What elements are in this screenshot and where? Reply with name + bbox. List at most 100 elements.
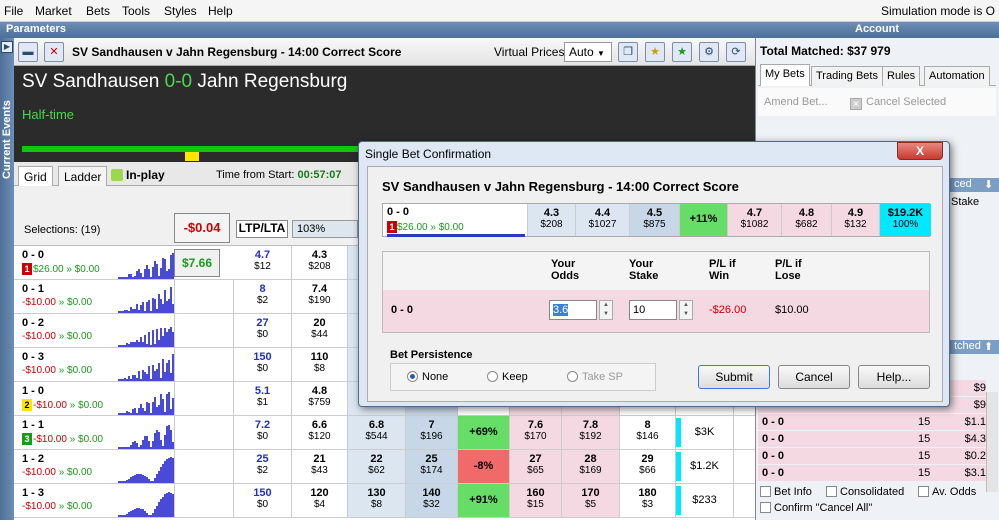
odds-cell-l1[interactable]: 160 $15 [510, 484, 562, 517]
ltp-lta-toggle[interactable]: LTP/LTA [236, 220, 288, 238]
tab-ladder[interactable]: Ladder [58, 166, 108, 186]
odds-cell-ltp[interactable]: 150 $0 [234, 484, 292, 517]
close-market-icon[interactable]: ✕ [44, 42, 64, 62]
dialog-close-button[interactable]: X [897, 142, 943, 160]
cancel-button[interactable]: Cancel [778, 365, 850, 389]
matched-bet-row[interactable]: 0 - 0 15 $4.3 [758, 431, 986, 447]
menu-bets[interactable]: Bets [86, 4, 110, 18]
windows-icon[interactable]: ❐ [618, 42, 638, 62]
favourite-star-icon[interactable]: ★ [645, 42, 665, 62]
table-row[interactable]: 1 - 1 3 -$10.00 » $0.00 7.2 $0 6.6 $120 6.8 $544… [14, 416, 755, 450]
menu-help[interactable]: Help [208, 4, 233, 18]
tab-rules[interactable]: Rules [882, 66, 921, 86]
opt-consolidated[interactable]: Consolidated [826, 486, 904, 498]
matched-bet-row[interactable]: 0 - 0 15 $0.2 [758, 448, 986, 464]
cancel-selected-button[interactable]: ✕ Cancel Selected [850, 96, 946, 110]
menu-market[interactable]: Market [35, 4, 72, 18]
av-odds-checkbox[interactable] [918, 486, 929, 497]
odds-cell-ltp[interactable]: 27 $0 [234, 314, 292, 347]
cashout-pl-button[interactable]: $7.66 [174, 249, 220, 277]
dialog-price-cell[interactable]: 4.3 $208 [527, 204, 575, 236]
menu-file[interactable]: File [4, 4, 23, 18]
odds-cell-matched[interactable]: $233 [676, 484, 734, 517]
dialog-price-cell[interactable]: 4.7 $1082 [727, 204, 781, 236]
odds-cell-l2[interactable]: 170 $5 [562, 484, 620, 517]
market-pl-button[interactable]: -$0.04 [174, 213, 230, 243]
odds-cell-c1[interactable]: 6.6 $120 [292, 416, 348, 449]
opt-bet-info[interactable]: Bet Info [760, 486, 812, 498]
odds-cell-ltp[interactable]: 150 $0 [234, 348, 292, 381]
tab-grid[interactable]: Grid [18, 166, 53, 186]
odds-cell-c1[interactable]: 21 $43 [292, 450, 348, 483]
persist-keep-radio[interactable]: Keep [487, 371, 528, 383]
odds-cell-pct[interactable]: -8% [458, 450, 510, 483]
table-row[interactable]: 1 - 2 -$10.00 » $0.00 25 $2 21 $43 22 $62 25 $174… [14, 450, 755, 484]
menu-styles[interactable]: Styles [164, 4, 197, 18]
consolidated-checkbox[interactable] [826, 486, 837, 497]
submit-button[interactable]: Submit [698, 365, 770, 389]
bet-info-checkbox[interactable] [760, 486, 771, 497]
odds-cell-c3[interactable]: 140 $32 [406, 484, 458, 517]
odds-cell-matched[interactable]: $3K [676, 416, 734, 449]
opt-confirm-cancel-all[interactable]: Confirm "Cancel All" [760, 502, 872, 514]
odds-cell-ltp[interactable]: 8 $2 [234, 280, 292, 313]
add-favourite-icon[interactable]: ★ [672, 42, 692, 62]
table-row[interactable]: 1 - 3 -$10.00 » $0.00 150 $0 120 $4 130 $8 140 $3… [14, 484, 755, 518]
odds-cell-c3[interactable]: 25 $174 [406, 450, 458, 483]
confirm-cancel-all-checkbox[interactable] [760, 502, 771, 513]
matched-bet-row[interactable]: 0 - 0 15 $3.1 [758, 465, 986, 481]
opt-av-odds[interactable]: Av. Odds [918, 486, 976, 498]
odds-cell-l3[interactable]: 180 $3 [620, 484, 676, 517]
odds-cell-ltp[interactable]: 7.2 $0 [234, 416, 292, 449]
odds-cell-c1[interactable]: 120 $4 [292, 484, 348, 517]
odds-cell-c1[interactable]: 20 $44 [292, 314, 348, 347]
odds-cell-ltp[interactable]: 25 $2 [234, 450, 292, 483]
odds-cell-c2[interactable]: 22 $62 [348, 450, 406, 483]
odds-spinner[interactable]: ▲ ▼ [599, 300, 613, 320]
odds-cell-c2[interactable]: 130 $8 [348, 484, 406, 517]
help-button[interactable]: Help... [858, 365, 930, 389]
odds-cell-c3[interactable]: 7 $196 [406, 416, 458, 449]
menu-tools[interactable]: Tools [122, 4, 150, 18]
stake-spinner[interactable]: ▲ ▼ [679, 300, 693, 320]
persist-take-sp-radio[interactable]: Take SP [567, 371, 623, 383]
stake-input[interactable]: 10 [629, 300, 677, 320]
odds-cell-pct[interactable]: +91% [458, 484, 510, 517]
odds-cell-c2[interactable]: 6.8 $544 [348, 416, 406, 449]
settings-gear-icon[interactable]: ⚙ [699, 42, 719, 62]
odds-cell-l1[interactable]: 7.6 $170 [510, 416, 562, 449]
odds-cell-l1[interactable]: 27 $65 [510, 450, 562, 483]
tab-my-bets[interactable]: My Bets [760, 64, 810, 86]
odds-cell-matched[interactable]: $1.2K [676, 450, 734, 483]
virtual-prices-select[interactable]: Auto ▼ [564, 42, 612, 62]
odds-cell-l2[interactable]: 28 $169 [562, 450, 620, 483]
odds-cell-c1[interactable]: 4.8 $759 [292, 382, 348, 415]
expand-arrow-icon[interactable]: ▶ [1, 41, 13, 53]
amend-bet-button[interactable]: Amend Bet... [764, 96, 828, 108]
dialog-price-cell[interactable]: $19.2K 100% [879, 204, 931, 236]
odds-cell-l3[interactable]: 29 $66 [620, 450, 676, 483]
odds-cell-l3[interactable]: 8 $146 [620, 416, 676, 449]
dialog-price-cell[interactable]: 4.8 $682 [781, 204, 831, 236]
dialog-price-cell[interactable]: +11% [679, 204, 727, 236]
odds-cell-l2[interactable]: 7.8 $192 [562, 416, 620, 449]
collapse-button[interactable]: ▬ [18, 42, 38, 62]
dialog-price-cell[interactable]: 4.4 $1027 [575, 204, 629, 236]
current-events-tab[interactable]: ▶ Current Events [0, 38, 14, 520]
odds-cell-ltp[interactable]: 5.1 $1 [234, 382, 292, 415]
pl-if-win-value: -$26.00 [709, 304, 747, 316]
odds-cell-c1[interactable]: 7.4 $190 [292, 280, 348, 313]
matched-scrollbar[interactable] [986, 392, 998, 492]
persist-none-radio[interactable]: None [407, 371, 448, 383]
matched-bet-row[interactable]: 0 - 0 15 $1.1 [758, 414, 986, 430]
odds-cell-c1[interactable]: 110 $8 [292, 348, 348, 381]
dialog-price-cell[interactable]: 4.5 $875 [629, 204, 679, 236]
tab-automation[interactable]: Automation [924, 66, 990, 86]
odds-input[interactable]: 3.6 [549, 300, 597, 320]
refresh-icon[interactable]: ⟳ [726, 42, 746, 62]
odds-cell-pct[interactable]: +69% [458, 416, 510, 449]
odds-cell-c1[interactable]: 4.3 $208 [292, 246, 348, 279]
dialog-price-cell[interactable]: 4.9 $132 [831, 204, 879, 236]
tab-trading-bets[interactable]: Trading Bets [811, 66, 883, 86]
odds-cell-ltp[interactable]: 4.7 $12 [234, 246, 292, 279]
